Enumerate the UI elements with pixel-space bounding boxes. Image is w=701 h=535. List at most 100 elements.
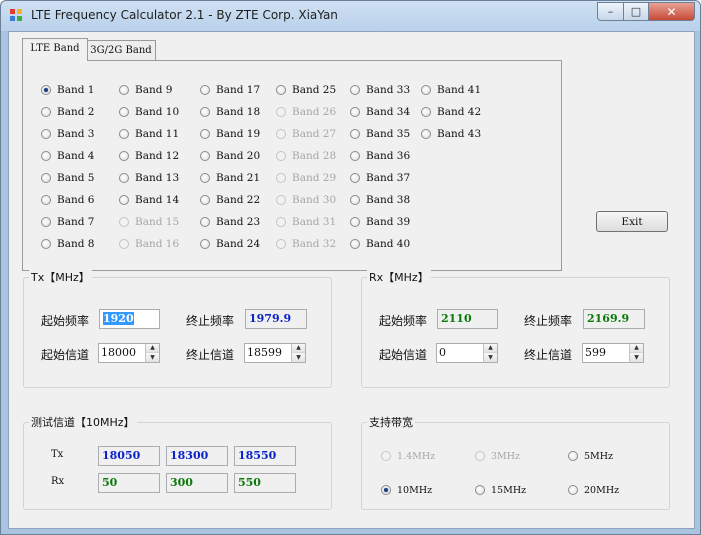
radio-button-icon[interactable] <box>41 173 51 183</box>
band-radio-6[interactable]: Band 6 <box>41 193 94 207</box>
radio-button-icon[interactable] <box>119 107 129 117</box>
maximize-button[interactable]: □ <box>624 2 649 21</box>
band-radio-14[interactable]: Band 14 <box>119 193 179 207</box>
band-radio-7[interactable]: Band 7 <box>41 215 94 229</box>
radio-button-icon[interactable] <box>350 195 360 205</box>
band-radio-13[interactable]: Band 13 <box>119 171 179 185</box>
tab-lte-band[interactable]: LTE Band <box>22 38 88 61</box>
radio-button-icon[interactable] <box>350 151 360 161</box>
rx-end-channel-spinner[interactable]: 599 ▲ ▼ <box>582 343 644 363</box>
band-radio-41[interactable]: Band 41 <box>421 83 481 97</box>
tx-end-channel-spinner[interactable]: 18599 ▲ ▼ <box>244 343 306 363</box>
radio-button-icon[interactable] <box>200 85 210 95</box>
band-radio-10[interactable]: Band 10 <box>119 105 179 119</box>
band-radio-39[interactable]: Band 39 <box>350 215 410 229</box>
radio-button-icon[interactable] <box>381 485 391 495</box>
radio-button-icon[interactable] <box>200 129 210 139</box>
bandwidth-radio-10mhz[interactable]: 10MHz <box>381 483 432 497</box>
radio-button-icon[interactable] <box>41 217 51 227</box>
radio-button-icon[interactable] <box>350 129 360 139</box>
band-radio-40[interactable]: Band 40 <box>350 237 410 251</box>
band-radio-8[interactable]: Band 8 <box>41 237 94 251</box>
band-radio-43[interactable]: Band 43 <box>421 127 481 141</box>
close-button[interactable]: ✕ <box>649 2 695 21</box>
radio-button-icon[interactable] <box>41 129 51 139</box>
radio-button-icon[interactable] <box>350 85 360 95</box>
radio-button-icon[interactable] <box>350 217 360 227</box>
radio-button-icon[interactable] <box>276 85 286 95</box>
radio-button-icon[interactable] <box>41 239 51 249</box>
minimize-button[interactable]: – <box>597 2 624 21</box>
band-radio-17[interactable]: Band 17 <box>200 83 260 97</box>
radio-button-icon[interactable] <box>119 173 129 183</box>
band-radio-4[interactable]: Band 4 <box>41 149 94 163</box>
band-radio-9[interactable]: Band 9 <box>119 83 172 97</box>
spin-down-icon[interactable]: ▼ <box>630 353 643 362</box>
radio-button-icon[interactable] <box>119 195 129 205</box>
rx-start-channel-value: 0 <box>439 346 446 359</box>
tx-start-freq-field[interactable]: 1920 <box>99 309 160 329</box>
band-radio-3[interactable]: Band 3 <box>41 127 94 141</box>
tx-start-channel-spinner[interactable]: 18000 ▲ ▼ <box>98 343 160 363</box>
radio-button-icon[interactable] <box>119 85 129 95</box>
band-radio-24[interactable]: Band 24 <box>200 237 260 251</box>
band-radio-25[interactable]: Band 25 <box>276 83 336 97</box>
band-radio-12[interactable]: Band 12 <box>119 149 179 163</box>
band-radio-23[interactable]: Band 23 <box>200 215 260 229</box>
radio-button-icon[interactable] <box>475 485 485 495</box>
spin-down-icon[interactable]: ▼ <box>292 353 305 362</box>
band-radio-42[interactable]: Band 42 <box>421 105 481 119</box>
client-area: LTE Band 3G/2G Band Band 1 Band 2 Band 3 Ba… <box>8 31 695 529</box>
radio-button-icon[interactable] <box>200 195 210 205</box>
radio-label: Band 34 <box>366 106 411 118</box>
band-radio-35[interactable]: Band 35 <box>350 127 410 141</box>
radio-button-icon[interactable] <box>41 195 51 205</box>
radio-button-icon[interactable] <box>119 151 129 161</box>
band-radio-27: Band 27 <box>276 127 336 141</box>
radio-button-icon[interactable] <box>200 173 210 183</box>
radio-button-icon[interactable] <box>421 129 431 139</box>
radio-button-icon[interactable] <box>200 239 210 249</box>
radio-button-icon[interactable] <box>41 85 51 95</box>
band-radio-21[interactable]: Band 21 <box>200 171 260 185</box>
band-radio-20[interactable]: Band 20 <box>200 149 260 163</box>
radio-button-icon[interactable] <box>41 151 51 161</box>
title-bar[interactable]: LTE Frequency Calculator 2.1 - By ZTE Co… <box>1 1 700 31</box>
test-rx-value: 300 <box>166 473 228 493</box>
bandwidth-radio-20mhz[interactable]: 20MHz <box>568 483 619 497</box>
bandwidth-radio-5mhz[interactable]: 5MHz <box>568 449 613 463</box>
radio-button-icon[interactable] <box>200 107 210 117</box>
band-radio-34[interactable]: Band 34 <box>350 105 410 119</box>
radio-button-icon[interactable] <box>350 239 360 249</box>
radio-button-icon <box>381 451 391 461</box>
radio-button-icon[interactable] <box>568 451 578 461</box>
bandwidth-radio-15mhz[interactable]: 15MHz <box>475 483 526 497</box>
tab-3g2g-band[interactable]: 3G/2G Band <box>86 40 156 61</box>
radio-button-icon[interactable] <box>41 107 51 117</box>
radio-button-icon[interactable] <box>421 107 431 117</box>
band-radio-19[interactable]: Band 19 <box>200 127 260 141</box>
radio-button-icon[interactable] <box>421 85 431 95</box>
exit-button[interactable]: Exit <box>596 211 668 232</box>
band-radio-37[interactable]: Band 37 <box>350 171 410 185</box>
band-radio-18[interactable]: Band 18 <box>200 105 260 119</box>
band-radio-2[interactable]: Band 2 <box>41 105 94 119</box>
radio-button-icon[interactable] <box>350 107 360 117</box>
band-radio-11[interactable]: Band 11 <box>119 127 179 141</box>
band-radio-33[interactable]: Band 33 <box>350 83 410 97</box>
band-radio-1[interactable]: Band 1 <box>41 83 94 97</box>
spin-down-icon[interactable]: ▼ <box>484 353 497 362</box>
radio-button-icon[interactable] <box>200 217 210 227</box>
rx-group: Rx【MHz】 起始频率 2110 终止频率 2169.9 起始信道 0 ▲ ▼ … <box>361 269 670 388</box>
band-radio-5[interactable]: Band 5 <box>41 171 94 185</box>
radio-button-icon[interactable] <box>350 173 360 183</box>
radio-button-icon[interactable] <box>200 151 210 161</box>
band-radio-38[interactable]: Band 38 <box>350 193 410 207</box>
bandwidth-group: 支持带宽 1.4MHz 3MHz 5MHz 10MHz 15MHz 20MHz <box>361 414 670 510</box>
spin-down-icon[interactable]: ▼ <box>146 353 159 362</box>
band-radio-22[interactable]: Band 22 <box>200 193 260 207</box>
radio-button-icon[interactable] <box>119 129 129 139</box>
radio-button-icon[interactable] <box>568 485 578 495</box>
rx-start-channel-spinner[interactable]: 0 ▲ ▼ <box>436 343 498 363</box>
band-radio-36[interactable]: Band 36 <box>350 149 410 163</box>
